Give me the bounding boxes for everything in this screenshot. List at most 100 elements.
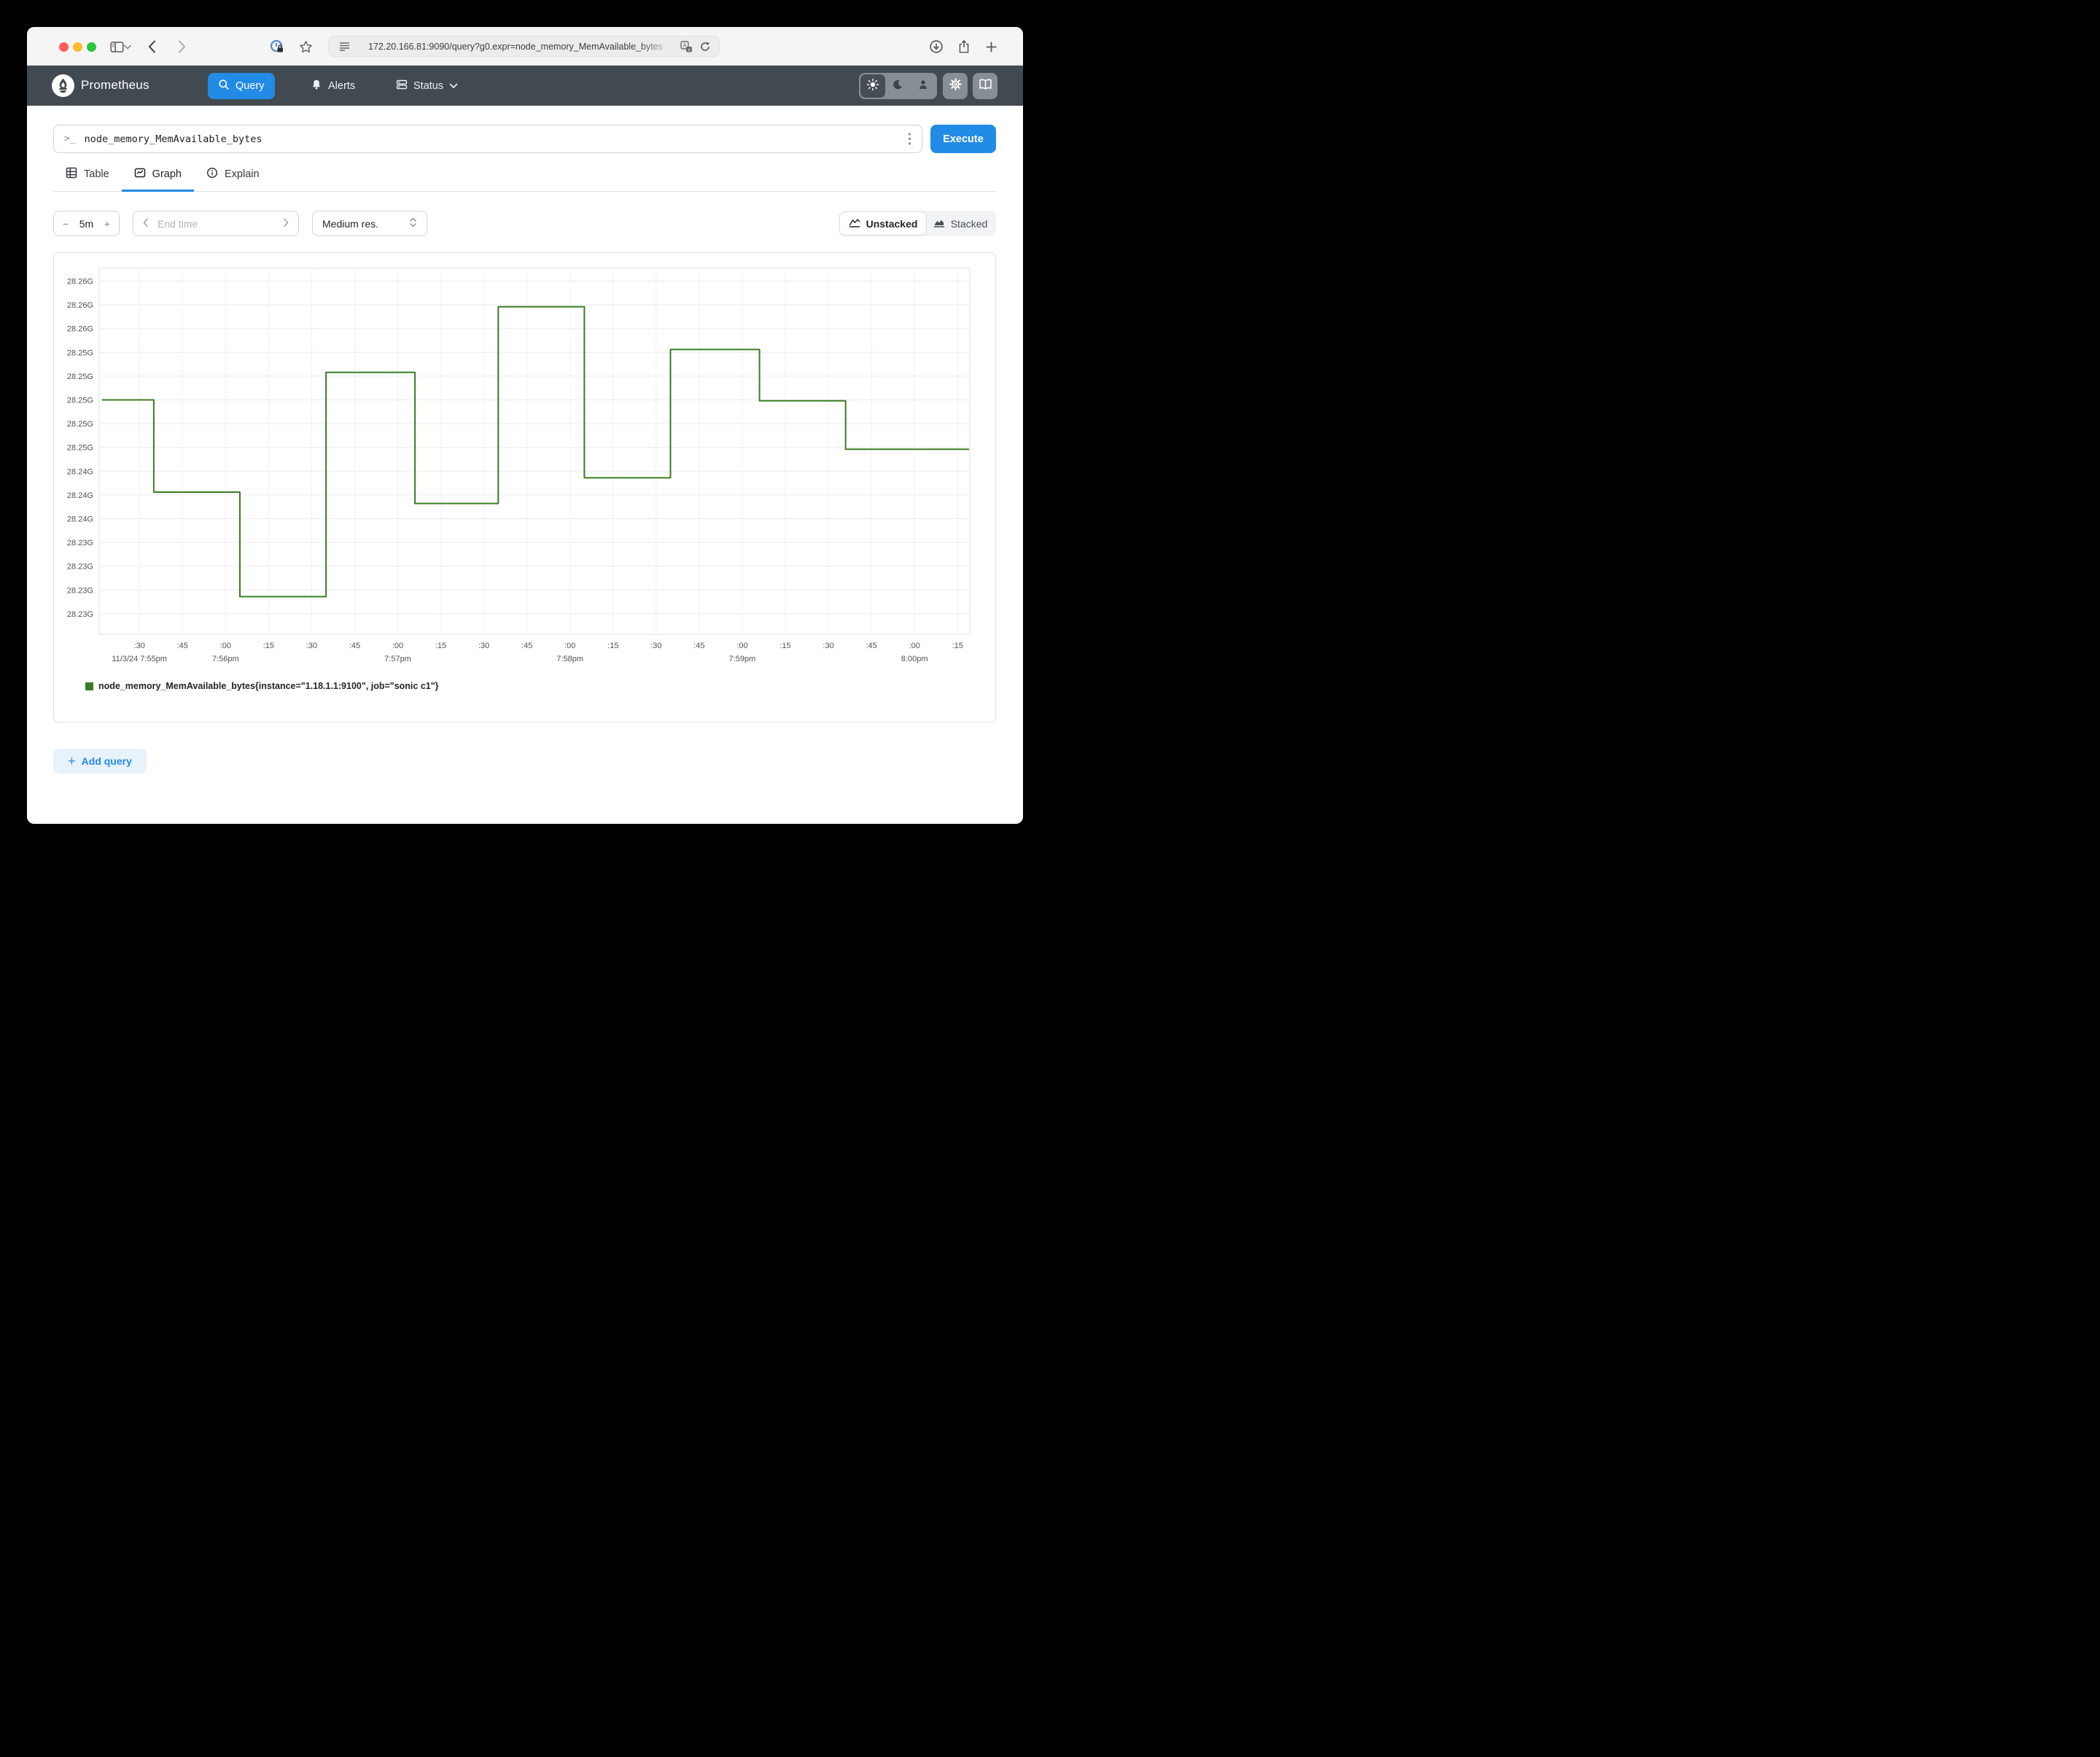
add-query-label: Add query	[82, 755, 132, 767]
end-time-control[interactable]: End time	[133, 211, 299, 236]
graph-icon	[134, 167, 146, 182]
tab-graph[interactable]: Graph	[122, 167, 194, 192]
series-legend[interactable]: node_memory_MemAvailable_bytes{instance=…	[85, 681, 439, 691]
svg-text::30: :30	[134, 642, 145, 650]
privacy-shield-icon[interactable]	[269, 39, 285, 55]
moon-icon	[892, 79, 903, 94]
svg-text:8:00pm: 8:00pm	[901, 655, 928, 663]
add-query-button[interactable]: + Add query	[53, 749, 147, 774]
query-expression[interactable]: node_memory_MemAvailable_bytes	[85, 133, 900, 145]
range-increase-button[interactable]: +	[104, 218, 110, 230]
theme-light-button[interactable]	[860, 74, 885, 98]
nav-item-status[interactable]: Status	[386, 73, 468, 99]
stacked-button[interactable]: Stacked	[926, 212, 995, 235]
svg-text:28.23G: 28.23G	[67, 610, 93, 619]
prometheus-navbar: Prometheus Query Alerts Status	[27, 66, 1023, 106]
svg-text:28.26G: 28.26G	[67, 325, 93, 334]
documentation-button[interactable]	[973, 73, 998, 99]
svg-text:28.23G: 28.23G	[67, 539, 93, 548]
svg-text::30: :30	[306, 642, 317, 650]
settings-button[interactable]	[943, 73, 968, 99]
svg-text::15: :15	[952, 642, 963, 650]
sidebar-chevron-down-icon[interactable]	[122, 39, 133, 55]
svg-text::30: :30	[478, 642, 489, 650]
url-field[interactable]: 172.20.166.81:9090/query?g0.expr=node_me…	[328, 36, 720, 57]
nav-item-query-label: Query	[236, 80, 265, 92]
query-options-kebab-icon[interactable]	[900, 132, 919, 146]
url-text[interactable]: 172.20.166.81:9090/query?g0.expr=node_me…	[368, 42, 677, 52]
share-icon[interactable]	[956, 39, 972, 55]
resolution-value: Medium res.	[322, 218, 378, 230]
close-window-button[interactable]	[59, 42, 69, 52]
new-tab-plus-icon[interactable]	[983, 39, 999, 55]
end-time-placeholder[interactable]: End time	[158, 218, 283, 230]
back-button-icon[interactable]	[144, 39, 160, 55]
svg-text:28.25G: 28.25G	[67, 397, 93, 405]
svg-text:28.24G: 28.24G	[67, 515, 93, 524]
browser-window: 172.20.166.81:9090/query?g0.expr=node_me…	[27, 27, 1023, 824]
translate-icon[interactable]: Ax	[678, 39, 694, 55]
server-stack-icon	[396, 79, 408, 93]
sun-icon	[866, 78, 879, 95]
tab-explain[interactable]: Explain	[194, 167, 272, 192]
tab-explain-label: Explain	[225, 168, 260, 180]
tab-graph-label: Graph	[152, 168, 182, 180]
svg-text:28.25G: 28.25G	[67, 420, 93, 429]
tab-table[interactable]: Table	[53, 167, 122, 192]
nav-item-status-label: Status	[413, 80, 443, 92]
svg-text::45: :45	[866, 642, 876, 650]
svg-text::15: :15	[263, 642, 274, 650]
svg-text:28.24G: 28.24G	[67, 467, 93, 476]
svg-text:7:58pm: 7:58pm	[556, 655, 583, 663]
book-icon	[979, 78, 992, 94]
svg-text:28.26G: 28.26G	[67, 278, 93, 287]
svg-text:11/3/24 7:55pm: 11/3/24 7:55pm	[112, 655, 167, 663]
nav-item-alerts[interactable]: Alerts	[300, 73, 365, 99]
chevron-down-icon	[449, 80, 458, 92]
terminal-prompt-icon: >_	[64, 133, 76, 144]
range-value[interactable]: 5m	[79, 218, 93, 230]
bookmark-star-icon[interactable]	[298, 39, 314, 55]
svg-text::45: :45	[177, 642, 188, 650]
svg-text:7:56pm: 7:56pm	[212, 655, 239, 663]
range-decrease-button[interactable]: −	[63, 218, 69, 230]
svg-text::00: :00	[392, 642, 403, 650]
end-time-back-icon[interactable]	[142, 218, 149, 230]
gear-icon	[949, 77, 962, 95]
svg-text::45: :45	[521, 642, 532, 650]
unstacked-button[interactable]: Unstacked	[840, 212, 926, 235]
nav-item-query[interactable]: Query	[208, 73, 275, 99]
svg-text:28.23G: 28.23G	[67, 563, 93, 572]
svg-text::15: :15	[435, 642, 446, 650]
svg-text:28.25G: 28.25G	[67, 444, 93, 453]
prometheus-logo	[52, 74, 74, 97]
unstacked-label: Unstacked	[866, 218, 918, 230]
person-icon	[917, 79, 929, 94]
downloads-icon[interactable]	[928, 39, 944, 55]
svg-text::45: :45	[693, 642, 704, 650]
result-tabs: Table Graph Explain	[53, 167, 996, 192]
browser-toolbar: 172.20.166.81:9090/query?g0.expr=node_me…	[27, 27, 1023, 66]
theme-dark-button[interactable]	[885, 74, 910, 98]
svg-text:7:59pm: 7:59pm	[729, 655, 756, 663]
stacked-area-icon	[933, 217, 945, 230]
svg-text:28.23G: 28.23G	[67, 586, 93, 595]
svg-text::00: :00	[909, 642, 920, 650]
minimize-window-button[interactable]	[73, 42, 82, 52]
end-time-forward-icon[interactable]	[283, 218, 289, 230]
theme-system-button[interactable]	[911, 74, 936, 98]
execute-button[interactable]: Execute	[930, 125, 996, 153]
svg-text::00: :00	[736, 642, 747, 650]
svg-text:28.26G: 28.26G	[67, 301, 93, 310]
zoom-window-button[interactable]	[87, 42, 96, 52]
reload-icon[interactable]	[697, 39, 713, 55]
graph-svg[interactable]: 28.26G 28.26G 28.26G 28.25G 28.25G 28.25G 28.2…	[54, 253, 995, 722]
svg-text::45: :45	[349, 642, 360, 650]
svg-text:28.24G: 28.24G	[67, 491, 93, 500]
resolution-select[interactable]: Medium res.	[312, 211, 427, 236]
reader-mode-icon[interactable]	[336, 39, 352, 55]
forward-button-icon[interactable]	[174, 39, 190, 55]
stepper-chevrons-icon[interactable]	[409, 217, 417, 230]
series-legend-label: node_memory_MemAvailable_bytes{instance=…	[98, 681, 439, 691]
query-input[interactable]: >_ node_memory_MemAvailable_bytes	[53, 125, 922, 153]
